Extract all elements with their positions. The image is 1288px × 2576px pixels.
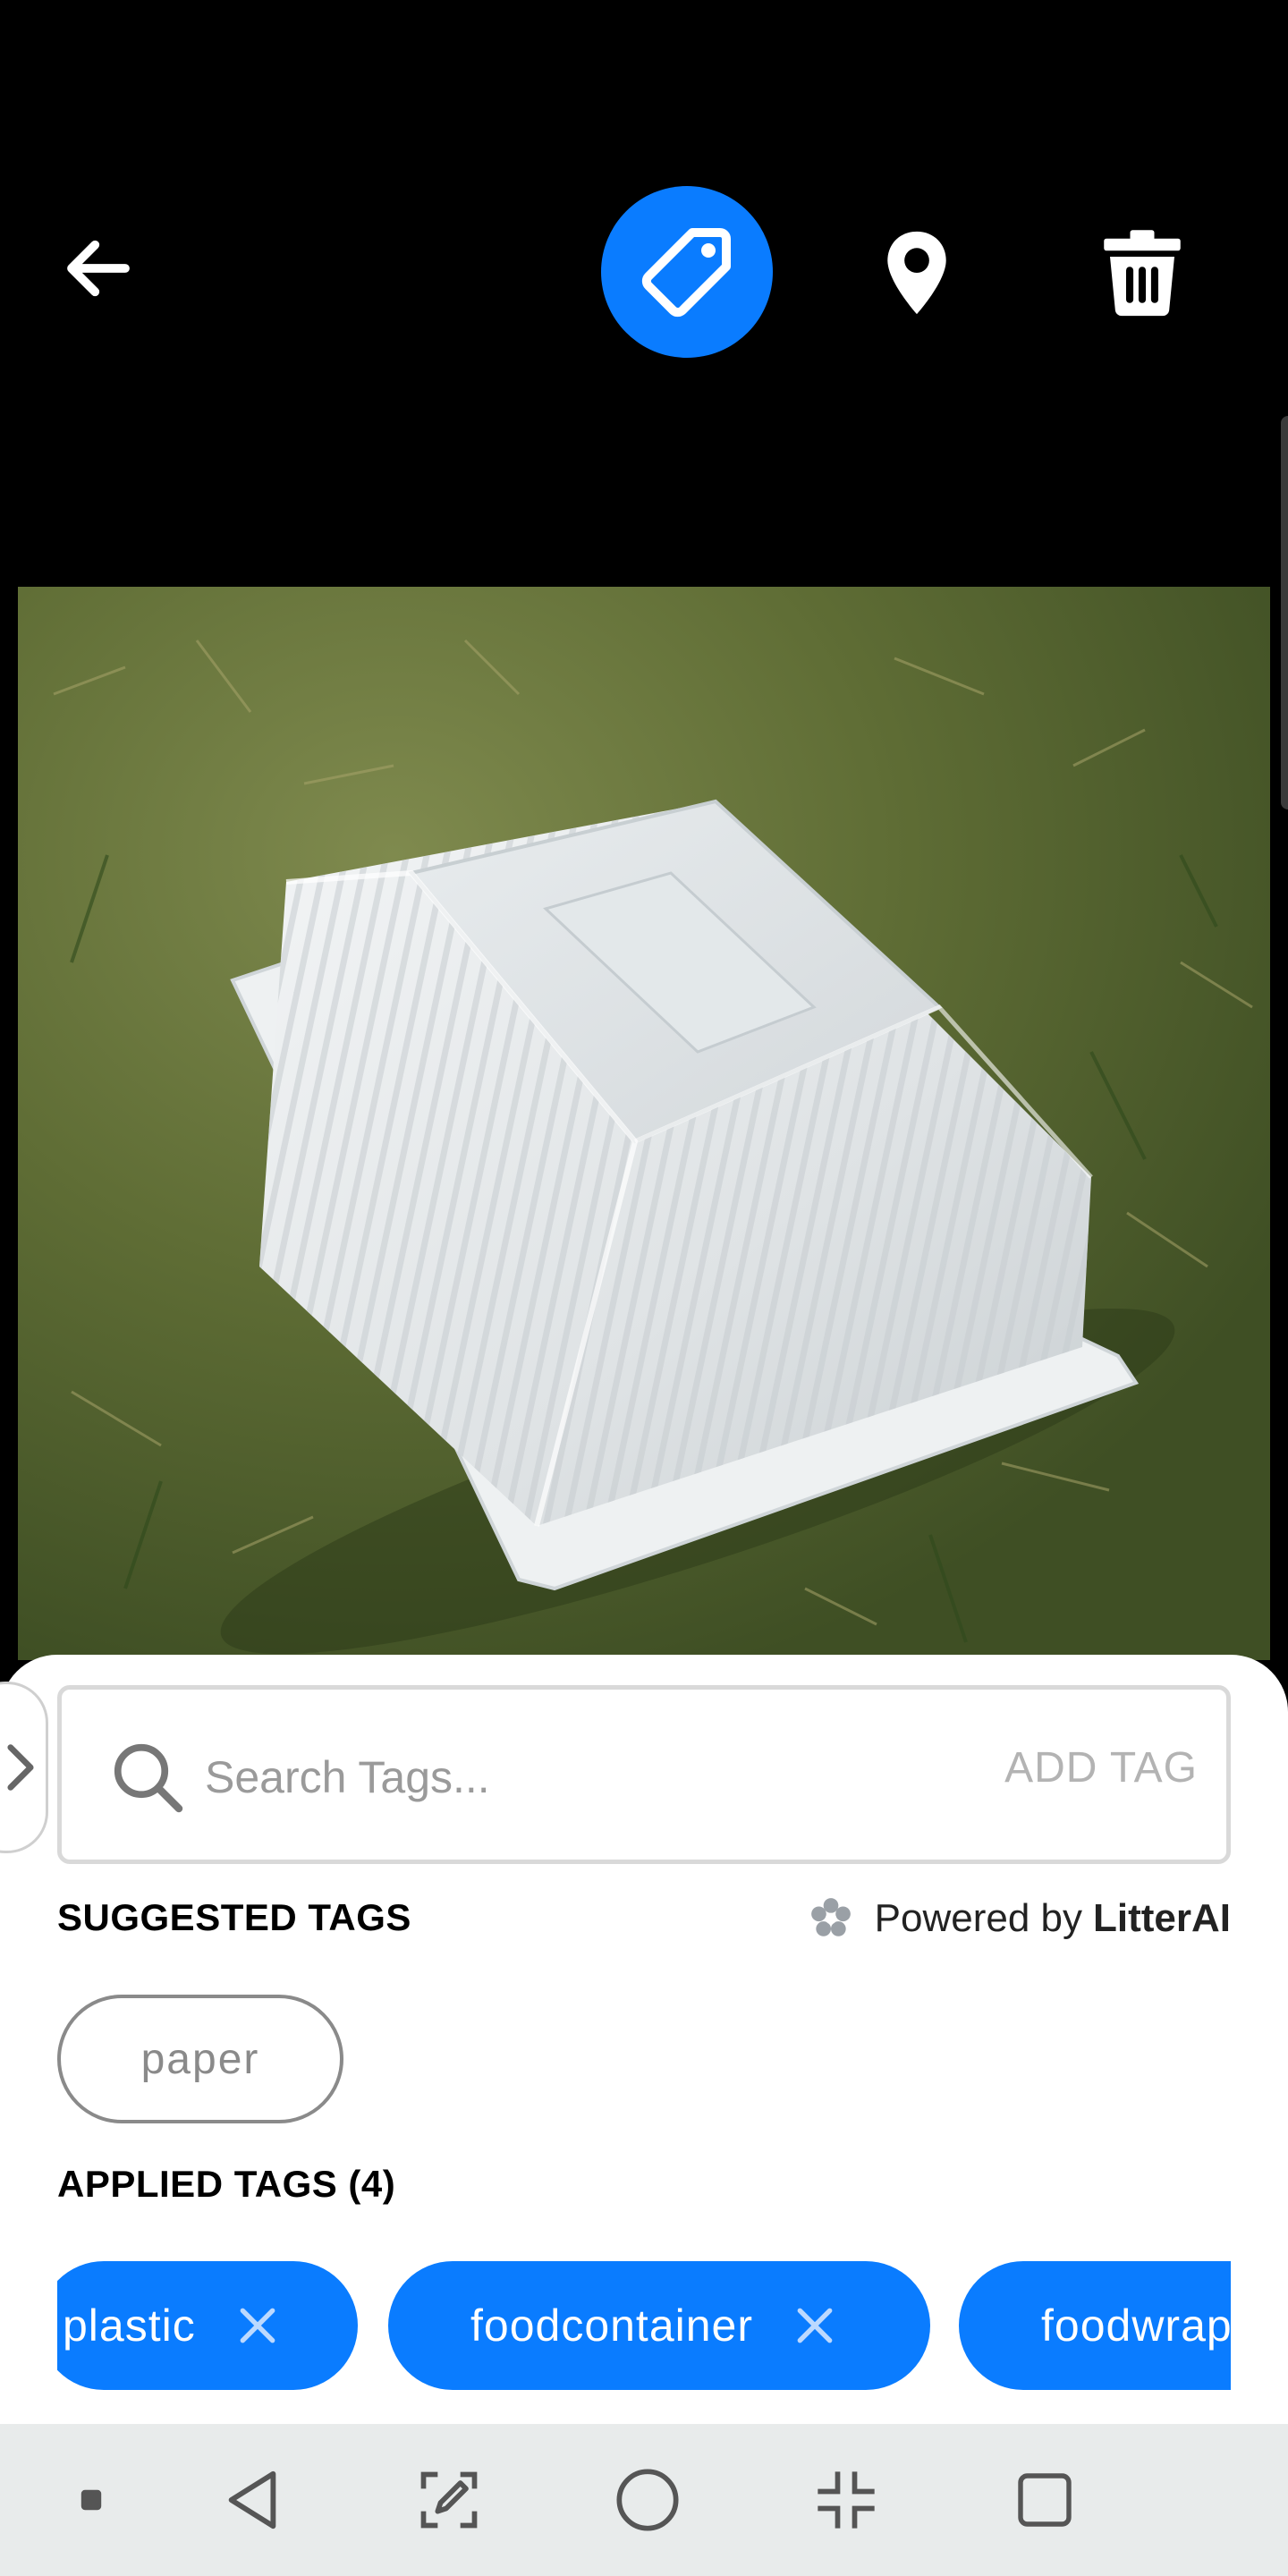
collapse-icon <box>818 2471 875 2529</box>
litterai-brand: LitterAI <box>1093 1896 1231 1940</box>
suggested-tag-chip[interactable]: paper <box>57 1995 343 2123</box>
applied-tag-label: plastic <box>63 2301 196 2351</box>
nav-collapse-button[interactable] <box>792 2424 900 2576</box>
suggested-tags-heading: SUGGESTED TAGS <box>57 1896 411 1938</box>
back-button[interactable] <box>54 224 143 313</box>
tag-button[interactable] <box>601 186 773 358</box>
edit-screenshot-icon <box>420 2471 478 2529</box>
delete-button[interactable] <box>1093 224 1191 322</box>
home-circle-icon <box>616 2469 679 2531</box>
location-button[interactable] <box>868 224 966 322</box>
litter-photo <box>18 587 1270 1660</box>
top-toolbar <box>0 0 1288 537</box>
trash-icon <box>1104 230 1181 317</box>
litterai-logo-icon <box>810 1898 851 1936</box>
tag-icon <box>641 228 731 318</box>
chevron-right-icon <box>7 1744 34 1791</box>
applied-tag-chip[interactable]: foodcontainer <box>388 2261 930 2390</box>
search-tags-input[interactable] <box>205 1731 992 1824</box>
applied-tags-heading: APPLIED TAGS (4) <box>57 2163 396 2205</box>
screen: ADD TAG SUGGESTED TAGS Powered by Litter… <box>0 0 1288 2576</box>
back-triangle-icon <box>228 2470 276 2529</box>
nav-dot-button[interactable] <box>38 2424 145 2576</box>
applied-tag-chip[interactable]: foodwrap <box>959 2261 1231 2390</box>
nav-home-button[interactable] <box>594 2424 701 2576</box>
nav-back-button[interactable] <box>199 2424 306 2576</box>
collapse-sheet-tab[interactable] <box>0 1682 48 1853</box>
edge-panel-handle[interactable] <box>1281 416 1288 809</box>
search-tags-box: ADD TAG <box>57 1685 1231 1864</box>
nav-screenshot-edit-button[interactable] <box>395 2424 503 2576</box>
powered-by-litterai: Powered by LitterAI <box>809 1896 1231 1941</box>
system-nav-bar <box>0 2424 1288 2576</box>
applied-tag-chip[interactable]: plastic <box>57 2261 358 2390</box>
add-tag-button[interactable]: ADD TAG <box>1004 1743 1198 1792</box>
applied-tags-row: plastic foodcontainer foodwrap <box>57 2261 1231 2394</box>
search-icon <box>114 1743 183 1813</box>
photo-image <box>18 587 1270 1660</box>
remove-tag-icon[interactable] <box>792 2303 837 2348</box>
arrow-left-icon <box>67 240 130 297</box>
recents-square-icon <box>1018 2473 1072 2527</box>
applied-tag-label: foodwrap <box>1041 2301 1231 2351</box>
map-pin-icon <box>887 231 946 315</box>
applied-tag-label: foodcontainer <box>470 2301 754 2351</box>
dot-icon <box>80 2489 102 2511</box>
powered-by-text: Powered by <box>874 1896 1082 1940</box>
remove-tag-icon[interactable] <box>235 2303 280 2348</box>
nav-recents-button[interactable] <box>991 2424 1098 2576</box>
